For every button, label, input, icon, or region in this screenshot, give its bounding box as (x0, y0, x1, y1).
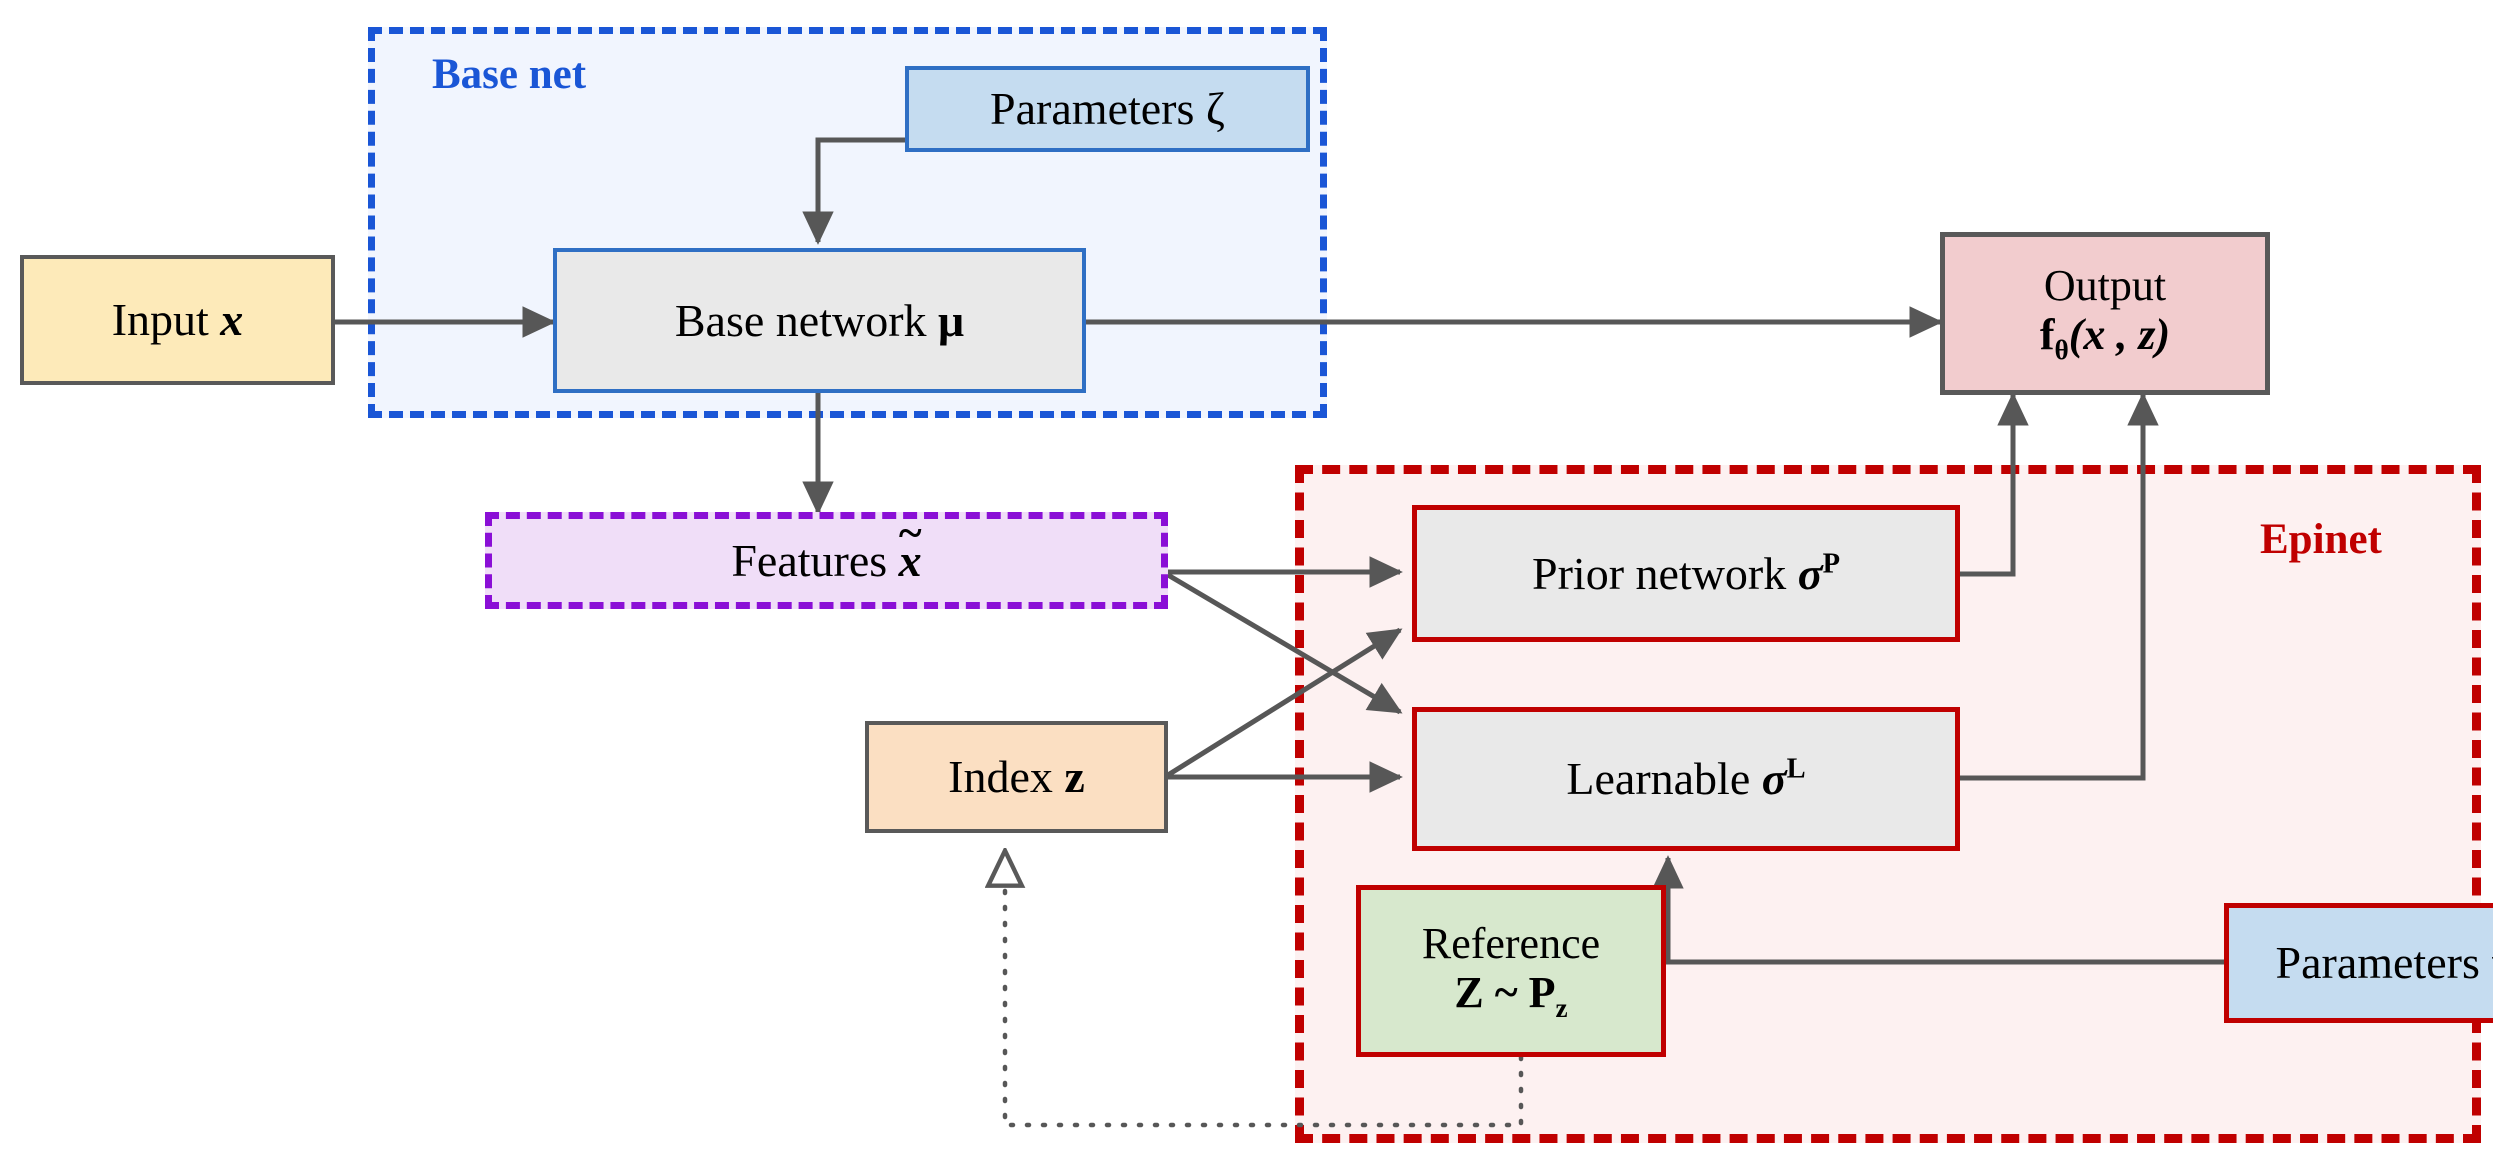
node-base-network[interactable]: Base network μ (553, 248, 1086, 393)
node-reference-label-line2: Z ~ Pz (1454, 967, 1568, 1023)
node-input[interactable]: Input x (20, 255, 335, 385)
node-input-label: Input x (111, 294, 244, 346)
node-learnable[interactable]: Learnable σL (1412, 707, 1960, 851)
node-index[interactable]: Index z (865, 721, 1168, 833)
node-params-zeta[interactable]: Parameters ζ (905, 66, 1310, 152)
node-prior-network-label: Prior network σP (1532, 547, 1840, 599)
node-params-zeta-label: Parameters ζ (990, 83, 1225, 135)
node-reference[interactable]: Reference Z ~ Pz (1356, 885, 1666, 1057)
node-index-label: Index z (948, 751, 1085, 803)
node-output[interactable]: Output fθ(x , z) (1940, 232, 2270, 395)
node-learnable-label: Learnable σL (1566, 753, 1806, 805)
node-features-label: Features ~ x (731, 508, 922, 586)
region-epinet-label: Epinet (2260, 516, 2382, 563)
node-output-label-line2: fθ(x , z) (2039, 310, 2171, 366)
node-reference-label-line1: Reference (1421, 918, 1601, 968)
region-base-net-label: Base net (432, 51, 587, 98)
node-output-label-line1: Output (2043, 261, 2167, 311)
node-params-eta-label: Parameters η (2275, 937, 2493, 989)
node-prior-network[interactable]: Prior network σP (1412, 505, 1960, 642)
node-base-network-label: Base network μ (674, 294, 965, 346)
diagram-canvas: Base net Epinet Input x Parameters ζ Bas… (0, 0, 2493, 1157)
node-features[interactable]: Features ~ x (485, 508, 1168, 609)
node-params-eta[interactable]: Parameters η (2224, 903, 2493, 1023)
